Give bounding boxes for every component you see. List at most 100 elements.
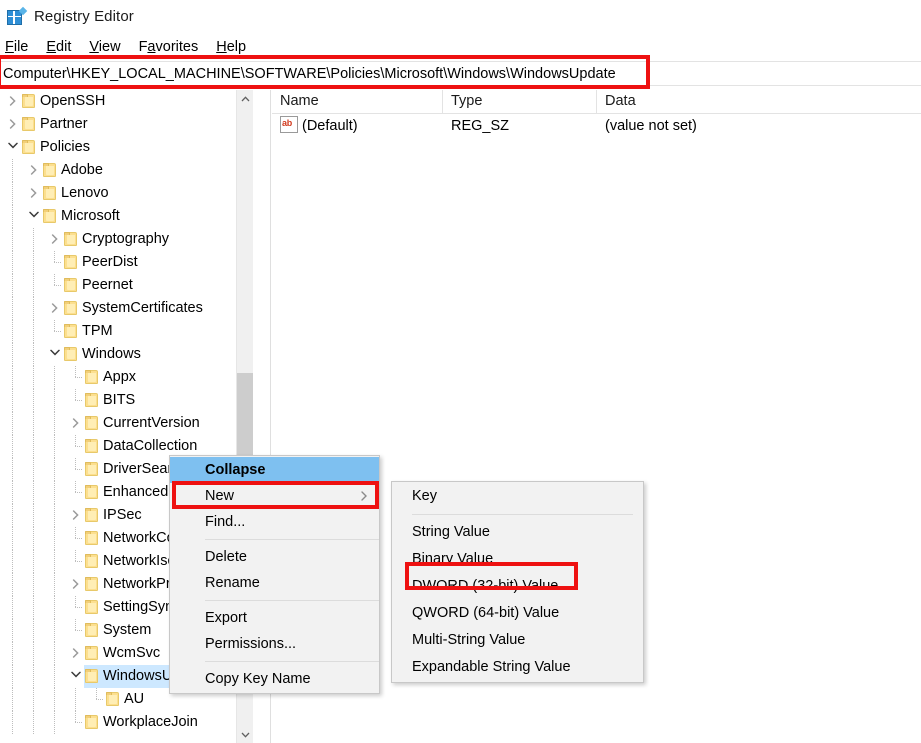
submenu-item-qword-64-bit-value[interactable]: QWORD (64-bit) Value <box>392 600 643 627</box>
tree-leaf-spacer <box>67 389 84 412</box>
chevron-down-icon[interactable] <box>237 726 253 743</box>
submenu-item-multi-string-value[interactable]: Multi-String Value <box>392 627 643 654</box>
tree-item-bits[interactable]: BITS <box>0 389 253 412</box>
chevron-right-icon[interactable] <box>67 504 84 527</box>
menu-help[interactable]: Help <box>207 38 255 56</box>
folder-icon <box>105 688 122 711</box>
menu-bar: File Edit View Favorites Help <box>0 36 921 58</box>
tree-item-label: TPM <box>80 320 116 343</box>
context-menu-item-label: Rename <box>205 575 260 591</box>
value-data-cell: (value not set) <box>605 114 697 138</box>
context-menu-item-label: New <box>205 488 234 504</box>
chevron-down-icon[interactable] <box>25 205 42 228</box>
tree-leaf-spacer <box>67 366 84 389</box>
context-menu-item-label: Find... <box>205 514 245 530</box>
string-value-icon: ab <box>280 116 298 133</box>
title-bar: Registry Editor <box>0 0 921 33</box>
context-menu-item-delete[interactable]: Delete <box>170 544 379 570</box>
submenu-item-key[interactable]: Key <box>392 483 643 510</box>
context-menu-item-permissions[interactable]: Permissions... <box>170 631 379 657</box>
tree-item-currentversion[interactable]: CurrentVersion <box>0 412 253 435</box>
chevron-down-icon[interactable] <box>46 343 63 366</box>
folder-icon <box>42 182 59 205</box>
tree-item-label: SystemCertificates <box>80 297 206 320</box>
menu-edit[interactable]: Edit <box>37 38 80 56</box>
chevron-right-icon[interactable] <box>67 642 84 665</box>
tree-item-workplacejoin[interactable]: WorkplaceJoin <box>0 711 253 734</box>
context-menu[interactable]: Collapse New Find... Delete Rename ExportPerm… <box>169 455 380 694</box>
tree-leaf-spacer <box>67 619 84 642</box>
tree-item-peerdist[interactable]: PeerDist <box>0 251 253 274</box>
value-type-cell: REG_SZ <box>451 114 509 138</box>
menu-separator <box>205 600 379 601</box>
tree-item-systemcertificates[interactable]: SystemCertificates <box>0 297 253 320</box>
address-bar[interactable]: Computer\HKEY_LOCAL_MACHINE\SOFTWARE\Pol… <box>0 61 921 86</box>
folder-icon <box>84 458 101 481</box>
chevron-down-icon[interactable] <box>4 136 21 159</box>
context-menu-item-copy-key-name[interactable]: Copy Key Name <box>170 666 379 692</box>
chevron-right-icon[interactable] <box>4 113 21 136</box>
tree-item-tpm[interactable]: TPM <box>0 320 253 343</box>
tree-item-label: WorkplaceJoin <box>101 711 201 734</box>
tree-item-partner[interactable]: Partner <box>0 113 253 136</box>
chevron-right-icon[interactable] <box>25 182 42 205</box>
tree-item-label: AU <box>122 688 147 711</box>
folder-icon <box>84 619 101 642</box>
column-header-data[interactable]: Data <box>597 90 921 113</box>
new-submenu[interactable]: Key String ValueBinary ValueDWORD (32-bit… <box>391 481 644 683</box>
folder-icon <box>84 504 101 527</box>
folder-icon <box>63 297 80 320</box>
column-header-name[interactable]: Name <box>272 90 443 113</box>
table-row[interactable]: ab(Default) REG_SZ (value not set) <box>272 114 921 138</box>
chevron-right-icon[interactable] <box>67 412 84 435</box>
context-menu-item-find[interactable]: Find... <box>170 509 379 535</box>
chevron-right-icon[interactable] <box>4 90 21 113</box>
tree-item-label: OpenSSH <box>38 90 108 113</box>
submenu-item-expandable-string-value[interactable]: Expandable String Value <box>392 654 643 681</box>
tree-item-policies[interactable]: Policies <box>0 136 253 159</box>
tree-item-cryptography[interactable]: Cryptography <box>0 228 253 251</box>
folder-icon <box>21 136 38 159</box>
context-menu-item-label: Copy Key Name <box>205 671 311 687</box>
context-menu-item-collapse[interactable]: Collapse <box>170 457 379 483</box>
menu-favorites[interactable]: Favorites <box>130 38 208 56</box>
tree-leaf-spacer <box>88 688 105 711</box>
tree-item-adobe[interactable]: Adobe <box>0 159 253 182</box>
column-header-type[interactable]: Type <box>443 90 597 113</box>
tree-item-microsoft[interactable]: Microsoft <box>0 205 253 228</box>
folder-icon <box>84 596 101 619</box>
tree-item-label: Appx <box>101 366 139 389</box>
submenu-item-dword-32-bit-value[interactable]: DWORD (32-bit) Value <box>392 573 643 600</box>
tree-item-openssh[interactable]: OpenSSH <box>0 90 253 113</box>
context-menu-item-export[interactable]: Export <box>170 605 379 631</box>
tree-item-label: BITS <box>101 389 138 412</box>
submenu-item-binary-value[interactable]: Binary Value <box>392 546 643 573</box>
menu-file[interactable]: File <box>0 38 37 56</box>
chevron-right-icon[interactable] <box>25 159 42 182</box>
menu-view[interactable]: View <box>80 38 129 56</box>
tree-item-windows[interactable]: Windows <box>0 343 253 366</box>
submenu-item-string-value[interactable]: String Value <box>392 519 643 546</box>
chevron-right-icon[interactable] <box>67 573 84 596</box>
chevron-right-icon[interactable] <box>46 297 63 320</box>
tree-item-label: Partner <box>38 113 91 136</box>
tree-item-lenovo[interactable]: Lenovo <box>0 182 253 205</box>
tree-item-label: System <box>101 619 154 642</box>
tree-item-label: Peernet <box>80 274 136 297</box>
tree-item-label: Microsoft <box>59 205 123 228</box>
tree-item-appx[interactable]: Appx <box>0 366 253 389</box>
window-title: Registry Editor <box>34 8 134 25</box>
chevron-right-icon[interactable] <box>46 228 63 251</box>
value-name-cell: ab(Default) <box>280 114 358 138</box>
tree-leaf-spacer <box>67 481 84 504</box>
chevron-up-icon[interactable] <box>237 90 253 107</box>
chevron-down-icon[interactable] <box>67 665 84 688</box>
tree-leaf-spacer <box>67 435 84 458</box>
tree-leaf-spacer <box>46 320 63 343</box>
registry-editor-icon <box>6 7 26 27</box>
tree-item-peernet[interactable]: Peernet <box>0 274 253 297</box>
tree-item-label: Windows <box>80 343 144 366</box>
context-menu-item-rename[interactable]: Rename <box>170 570 379 596</box>
tree-item-label: WcmSvc <box>101 642 163 665</box>
context-menu-item-new[interactable]: New <box>170 483 379 509</box>
